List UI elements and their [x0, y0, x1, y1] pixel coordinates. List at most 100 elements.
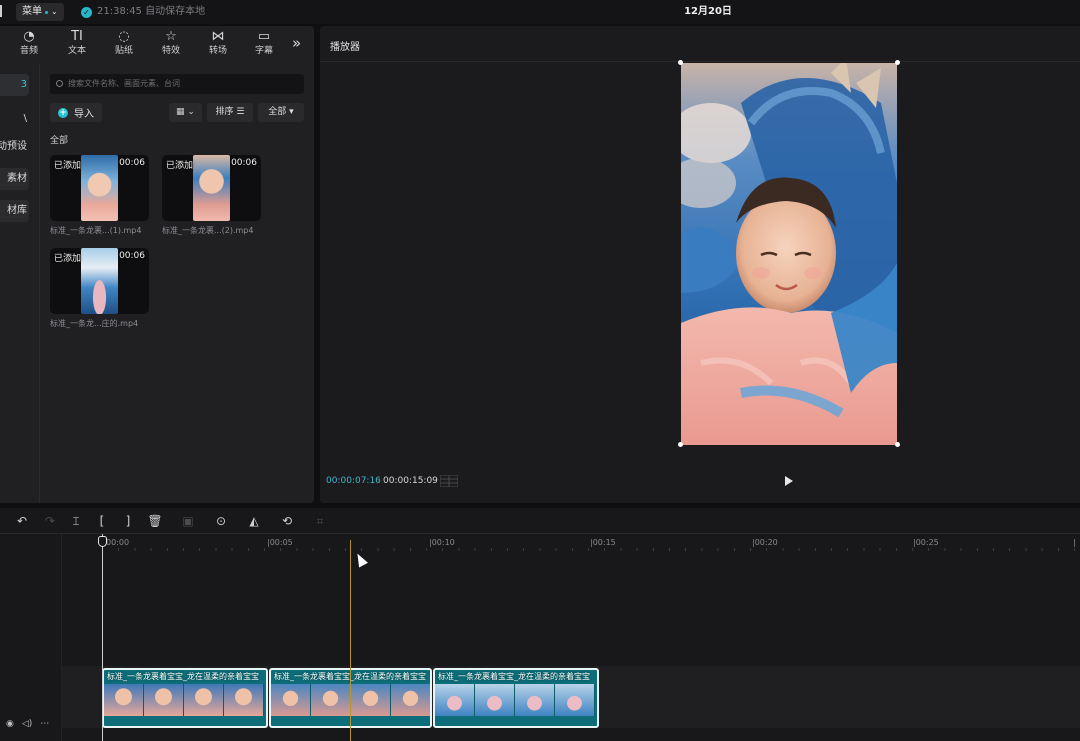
added-badge: 已添加 [54, 161, 82, 171]
delete-icon[interactable]: 🗑 [147, 513, 163, 529]
sort-icon: ☰ [236, 107, 245, 117]
tab-sticker[interactable]: ◌ 贴纸 [106, 29, 142, 57]
added-badge: 已添加 [166, 161, 194, 171]
tab-label: 贴纸 [114, 46, 133, 56]
split-right-icon[interactable]: ] [120, 513, 136, 529]
play-icon[interactable] [785, 476, 793, 486]
speaker-icon[interactable]: ◁) [22, 719, 32, 729]
frame-thumbnail [271, 684, 311, 716]
text-icon: TI [71, 29, 83, 44]
app-edge-icon [0, 5, 4, 17]
top-bar: 菜单 ⌄ ✓ 21:38:45 自动保存本地 12月20日 [0, 0, 1080, 24]
resize-handle[interactable] [678, 442, 683, 447]
timeline-clip[interactable]: 标准_一条龙裹着宝宝_龙在温柔的亲着宝宝 [102, 668, 268, 728]
section-heading: 全部 [50, 136, 69, 146]
media-filename: 标准_一条龙裹...(1).mp4 [50, 226, 142, 235]
media-item[interactable]: 已添加 00:06 标准_一条龙...庄的.mp4 [50, 248, 149, 329]
frame-thumbnail [104, 684, 144, 716]
undo-icon[interactable]: ↶ [14, 513, 30, 529]
tab-subtitle[interactable]: ▭ 字幕 [246, 29, 282, 57]
timeline-clip[interactable]: 标准_一条龙裹着宝宝_龙在温柔的亲着宝宝 [433, 668, 599, 728]
timeline-start-line [102, 534, 103, 741]
split-icon[interactable]: ⌶ [68, 513, 84, 529]
tab-effects[interactable]: ☆ 特效 [153, 29, 189, 57]
clip-label: 标准_一条龙裹着宝宝_龙在温柔的亲着宝宝 [107, 672, 259, 681]
baby-dragon-image [681, 63, 897, 445]
side-item-media[interactable]: 3 [0, 74, 29, 96]
autosave-text: 21:38:45 自动保存本地 [97, 6, 206, 17]
more-icon[interactable]: ⋯ [40, 719, 49, 729]
filter-label: 全部 [268, 107, 287, 117]
ruler-label: |00:05 [267, 538, 293, 547]
sort-button[interactable]: 排序 ☰ [207, 103, 253, 122]
player-header: 播放器 [320, 26, 1080, 62]
track-header-column: ◉ ◁) ⋯ [0, 534, 62, 741]
tab-text[interactable]: TI 文本 [59, 29, 95, 57]
ruler-ticks [102, 548, 1080, 551]
clip-label: 标准_一条龙裹着宝宝_龙在温柔的亲着宝宝 [438, 672, 590, 681]
frame-thumbnail [144, 684, 184, 716]
media-panel: ◔ 音频 TI 文本 ◌ 贴纸 ☆ 特效 ⋈ 转场 ▭ 字幕 » 3 \ 动预设… [0, 26, 314, 503]
search-input[interactable]: 搜索文件名称、画面元素、台词 [50, 74, 304, 94]
redo-icon[interactable]: ↷ [42, 513, 58, 529]
media-filename: 标准_一条龙...庄的.mp4 [50, 319, 139, 328]
transition-icon: ⋈ [211, 29, 225, 44]
resize-handle[interactable] [895, 442, 900, 447]
effects-icon: ☆ [165, 29, 177, 44]
rotate-icon[interactable]: ⟲ [279, 513, 295, 529]
media-item[interactable]: 已添加 00:06 标准_一条龙裹...(2).mp4 [162, 155, 261, 236]
more-tabs-icon[interactable]: » [292, 34, 301, 52]
tab-audio[interactable]: ◔ 音频 [11, 29, 47, 57]
current-timecode: 00:00:07:16 [326, 476, 381, 486]
time-ruler[interactable]: 00:00 |00:05 |00:10 |00:15 |00:20 |00:25… [102, 538, 1080, 552]
player-panel: 播放器 00:00:07:16 / 00:00:15:09 [320, 26, 1080, 503]
video-preview[interactable] [681, 63, 897, 445]
added-badge: 已添加 [54, 254, 82, 264]
autosave-status: ✓ 21:38:45 自动保存本地 [81, 4, 205, 20]
side-item-2[interactable]: \ [0, 108, 29, 130]
player-title: 播放器 [330, 42, 360, 53]
menu-dot-icon [45, 10, 48, 14]
mirror-icon[interactable]: ◭ [246, 513, 262, 529]
tab-label: 字幕 [254, 46, 273, 56]
tab-label: 转场 [208, 46, 227, 56]
side-item-library[interactable]: 材库 [0, 200, 29, 222]
menu-label: 菜单 [22, 6, 42, 17]
ruler-label: |00:20 [752, 538, 778, 547]
media-item[interactable]: 已添加 00:06 标准_一条龙裹...(1).mp4 [50, 155, 149, 236]
import-button[interactable]: + 导入 [50, 103, 102, 122]
frame-thumbnail [555, 684, 595, 716]
filter-button[interactable]: 全部 ▾ [258, 103, 304, 122]
duration-badge: 00:06 [119, 158, 145, 168]
clip-frames [435, 684, 595, 716]
ruler-label: | [1073, 538, 1076, 547]
frame-thumbnail [475, 684, 515, 716]
tab-transition[interactable]: ⋈ 转场 [200, 29, 236, 57]
frame-thumbnail [311, 684, 351, 716]
frame-thumbnail [391, 684, 430, 716]
playhead-line[interactable] [350, 540, 351, 741]
tool-tabs: ◔ 音频 TI 文本 ◌ 贴纸 ☆ 特效 ⋈ 转场 ▭ 字幕 » [0, 26, 314, 64]
side-item-materials[interactable]: 素材 [0, 168, 29, 190]
menu-button[interactable]: 菜单 ⌄ [16, 3, 64, 21]
freeze-frame-icon[interactable]: ▣ [180, 513, 196, 529]
frame-thumbnail [515, 684, 555, 716]
speed-icon[interactable]: ⊙ [213, 513, 229, 529]
frame-grid-icon[interactable] [440, 475, 458, 487]
project-title[interactable]: 12月20日 [660, 4, 756, 20]
split-left-icon[interactable]: [ [94, 513, 110, 529]
grid-view-icon: ▦ ⌄ [176, 107, 195, 117]
playhead-handle[interactable] [98, 536, 107, 547]
crop-icon[interactable]: ⌗ [312, 513, 328, 529]
frame-thumbnail [224, 684, 264, 716]
resize-handle[interactable] [895, 60, 900, 65]
baby-dragon-thumbnail [81, 155, 118, 221]
resize-handle[interactable] [678, 60, 683, 65]
sort-label: 排序 [215, 107, 234, 117]
search-placeholder: 搜索文件名称、画面元素、台词 [68, 79, 180, 88]
side-item-presets[interactable]: 动预设 [0, 136, 29, 158]
view-mode-button[interactable]: ▦ ⌄ [169, 103, 202, 122]
total-timecode: 00:00:15:09 [383, 476, 438, 486]
eye-icon[interactable]: ◉ [6, 719, 14, 729]
tab-label: 音频 [19, 46, 38, 56]
